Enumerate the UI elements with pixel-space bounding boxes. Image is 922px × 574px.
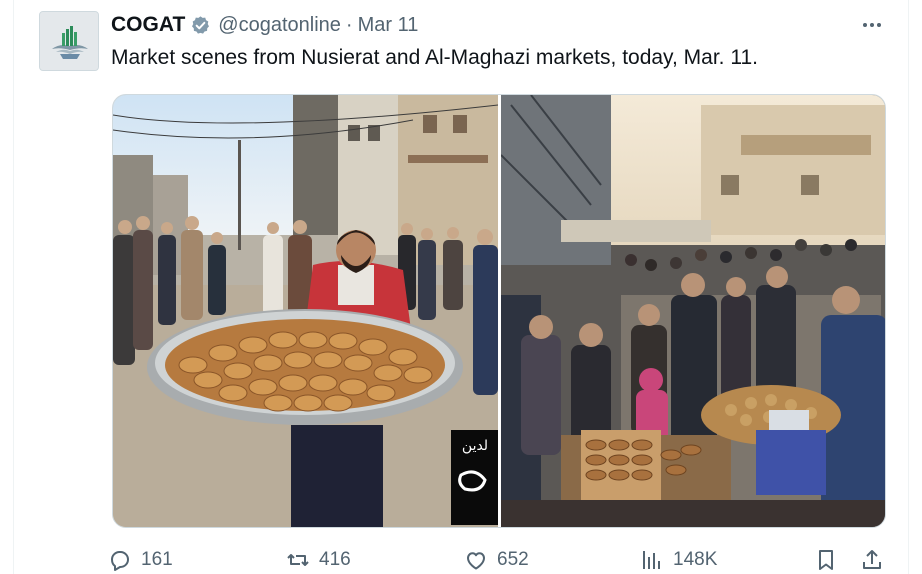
like-icon (467, 552, 485, 570)
avatar[interactable] (39, 11, 99, 71)
repost-count: 416 (319, 549, 351, 570)
watermark-text: لدين (462, 438, 488, 454)
views-icon (643, 551, 660, 569)
more-dot (877, 23, 881, 27)
verified-badge-icon (190, 15, 211, 36)
photo-market-crowd[interactable] (501, 95, 885, 527)
media-grid: لدين (112, 94, 886, 528)
like-button[interactable]: 652 (464, 546, 529, 574)
photo-vendor-pastry-tray[interactable]: لدين (113, 95, 498, 527)
repost-icon (287, 554, 309, 566)
repost-button[interactable]: 416 (286, 546, 351, 574)
views-count: 148K (673, 549, 718, 570)
more-options-button[interactable] (857, 14, 887, 36)
more-dot (863, 23, 867, 27)
reply-icon (111, 551, 129, 571)
tweet-actions: 161 416 652 148K (108, 546, 888, 574)
tweet-date[interactable]: Mar 11 (358, 14, 419, 37)
timeline-border-right (908, 0, 909, 574)
share-icon (863, 550, 881, 569)
user-handle[interactable]: @cogatonline (218, 14, 341, 37)
tweet-header: COGAT @cogatonline · Mar 11 (111, 12, 418, 38)
separator-dot: · (345, 13, 353, 36)
timeline-border-left (13, 0, 14, 574)
cogat-logo-icon (40, 12, 98, 70)
share-button[interactable] (860, 546, 884, 574)
views-button[interactable]: 148K (640, 546, 717, 574)
tweet-text: Market scenes from Nusierat and Al-Magha… (111, 46, 758, 69)
bookmark-icon (819, 550, 833, 570)
like-count: 652 (497, 549, 529, 570)
display-name[interactable]: COGAT (111, 13, 185, 37)
bookmark-button[interactable] (814, 546, 838, 574)
reply-button[interactable]: 161 (108, 546, 173, 574)
reply-count: 161 (141, 549, 173, 570)
more-dot (870, 23, 874, 27)
